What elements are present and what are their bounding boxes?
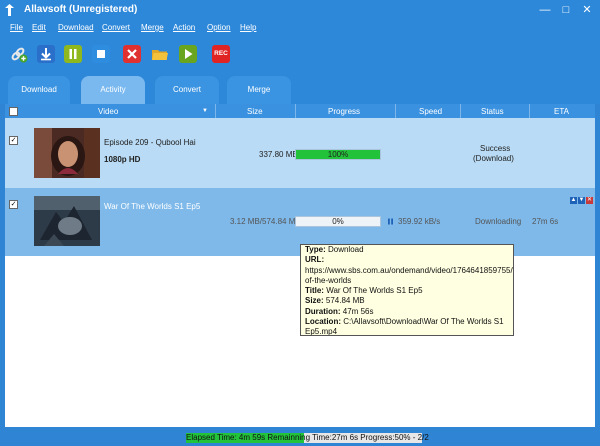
menu-action[interactable]: Action	[173, 23, 195, 32]
status-text: Success	[480, 144, 511, 153]
progress-text: 0%	[332, 217, 344, 226]
row-close-icon[interactable]: ✕	[586, 197, 593, 204]
close-button[interactable]: ✕	[577, 0, 597, 20]
table-row[interactable]: ✓ Episode 209 - Qubool Hai 1080p HD 337.…	[5, 118, 595, 188]
progress-text: 100%	[327, 150, 349, 159]
record-button[interactable]: REC	[212, 45, 230, 63]
tooltip-url-label: URL:	[305, 255, 325, 265]
status-text: Downloading	[475, 217, 522, 226]
download-button[interactable]	[37, 45, 55, 63]
menu-convert[interactable]: Convert	[102, 23, 130, 32]
menu-help[interactable]: Help	[240, 23, 256, 32]
pause-download-icon[interactable]	[387, 218, 394, 225]
menu-bar: File Edit Download Convert Merge Action …	[0, 20, 600, 36]
video-thumbnail	[34, 128, 100, 178]
sort-arrow-icon: ▼	[202, 108, 208, 114]
tooltip-url-line2: of-the-worlds	[305, 275, 352, 285]
column-header: Video ▼ Size Progress Speed Status ETA	[5, 104, 595, 118]
pause-icon	[69, 49, 77, 59]
folder-icon	[152, 50, 168, 60]
maximize-button[interactable]: □	[556, 0, 576, 20]
video-thumbnail	[34, 196, 100, 246]
status-bar: Elapsed Time: 4m 59s Remainning Time:27m…	[0, 431, 600, 446]
video-title: War Of The Worlds S1 Ep5	[104, 202, 201, 211]
col-progress[interactable]: Progress	[328, 107, 360, 116]
tooltip-duration: 47m 56s	[340, 306, 374, 316]
progress-bar: 0%	[295, 216, 381, 227]
minimize-button[interactable]: —	[535, 0, 555, 20]
row-down-icon[interactable]: ▼	[578, 197, 585, 204]
toolbar: REC	[0, 36, 600, 70]
video-title: Episode 209 - Qubool Hai	[104, 138, 196, 147]
title-bar: Allavsoft (Unregistered) — □ ✕	[0, 0, 600, 20]
progress-bar: 100%	[295, 149, 381, 160]
open-folder-button[interactable]	[151, 45, 169, 63]
download-arrow-icon	[41, 48, 51, 61]
col-speed[interactable]: Speed	[419, 107, 442, 116]
link-add-icon	[11, 47, 28, 63]
download-speed: 359.92 kB/s	[398, 217, 441, 226]
tooltip-location-label: Location:	[305, 317, 341, 327]
menu-file[interactable]: File	[10, 23, 23, 32]
row-checkbox[interactable]: ✓	[9, 200, 18, 209]
pause-all-button[interactable]	[64, 45, 82, 63]
menu-download[interactable]: Download	[58, 23, 94, 32]
tooltip-size: 574.84 MB	[323, 296, 365, 306]
tab-bar: Download Activity Convert Merge	[0, 70, 600, 104]
tooltip-size-label: Size:	[305, 296, 324, 306]
menu-option[interactable]: Option	[207, 23, 231, 32]
video-size: 337.80 MB	[259, 150, 298, 159]
tooltip-title: War Of The Worlds S1 Ep5	[323, 286, 423, 296]
menu-merge[interactable]: Merge	[141, 23, 164, 32]
tab-activity[interactable]: Activity	[81, 76, 145, 104]
tab-convert[interactable]: Convert	[155, 76, 219, 104]
window-title: Allavsoft (Unregistered)	[24, 4, 138, 15]
tab-download[interactable]: Download	[8, 76, 70, 104]
overall-progress-bar: Elapsed Time: 4m 59s Remainning Time:27m…	[186, 433, 429, 443]
select-all-checkbox[interactable]	[9, 107, 18, 116]
col-video[interactable]: Video	[98, 107, 118, 116]
col-size[interactable]: Size	[247, 107, 263, 116]
video-quality: 1080p HD	[104, 155, 141, 164]
tab-merge[interactable]: Merge	[227, 76, 291, 104]
tooltip-url-line1: https://www.sbs.com.au/ondemand/video/17…	[305, 265, 514, 275]
add-link-button[interactable]	[10, 45, 28, 63]
tooltip-type-label: Type:	[305, 245, 326, 254]
status-subtext: (Download)	[473, 154, 514, 163]
tooltip-location-line2: Ep5.mp4	[305, 327, 338, 336]
col-eta[interactable]: ETA	[554, 107, 569, 116]
app-icon	[5, 4, 14, 16]
eta-text: 27m 6s	[532, 217, 559, 226]
row-up-icon[interactable]: ▲	[570, 197, 577, 204]
col-status[interactable]: Status	[481, 107, 504, 116]
row-checkbox[interactable]: ✓	[9, 136, 18, 145]
play-button[interactable]	[179, 45, 197, 63]
tooltip-title-label: Title:	[305, 286, 324, 296]
tooltip-duration-label: Duration:	[305, 306, 341, 316]
overall-progress-text: Elapsed Time: 4m 59s Remainning Time:27m…	[186, 433, 429, 442]
delete-x-icon	[127, 49, 137, 59]
video-size: 3.12 MB/574.84 MB	[230, 217, 301, 226]
tooltip-type: Download	[325, 245, 364, 254]
tooltip-location: C:\Allavsoft\Download\War Of The Worlds …	[341, 317, 504, 327]
menu-edit[interactable]: Edit	[32, 23, 46, 32]
play-icon	[185, 49, 193, 59]
rec-label: REC	[214, 50, 228, 57]
stop-icon	[97, 50, 105, 58]
delete-button[interactable]	[123, 45, 141, 63]
stop-button[interactable]	[92, 45, 110, 63]
download-info-tooltip: Type: Download URL: https://www.sbs.com.…	[300, 244, 514, 336]
